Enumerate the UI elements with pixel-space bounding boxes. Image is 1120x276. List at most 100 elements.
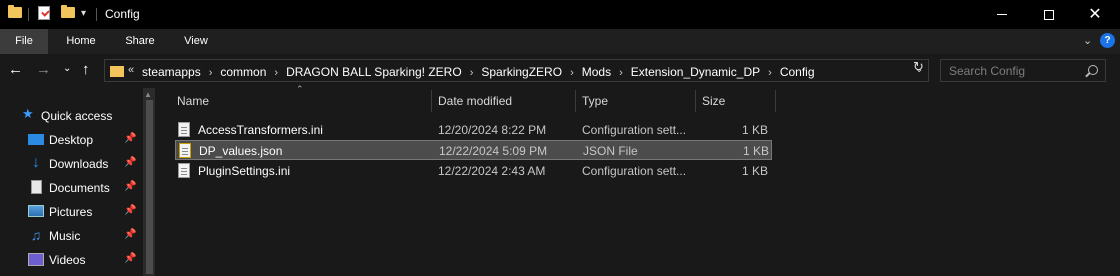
column-header-date[interactable]: Date modified <box>438 94 512 108</box>
column-divider[interactable] <box>695 90 696 112</box>
table-row[interactable]: AccessTransformers.ini 12/20/2024 8:22 P… <box>175 120 772 140</box>
breadcrumb-mods[interactable]: Mods <box>582 65 611 79</box>
breadcrumb-extension[interactable]: Extension_Dynamic_DP <box>631 65 760 79</box>
pin-icon[interactable]: 📌 <box>124 157 136 168</box>
refresh-icon[interactable]: ↻ <box>913 59 928 74</box>
file-date: 12/22/2024 5:09 PM <box>439 144 548 158</box>
sidebar-item-label: Desktop <box>49 133 94 147</box>
table-row[interactable]: DP_values.json 12/22/2024 5:09 PM JSON F… <box>175 140 772 160</box>
column-divider[interactable] <box>575 90 576 112</box>
sidebar-item-label: Music <box>49 229 81 243</box>
help-icon[interactable]: ? <box>1100 33 1115 48</box>
expand-ribbon-icon[interactable]: ⌄ <box>1083 34 1092 47</box>
file-type: Configuration sett... <box>582 164 687 178</box>
address-bar[interactable]: « steamapps › common › DRAGON BALL Sparking!… <box>104 59 929 82</box>
customize-quick-access-icon[interactable]: ▾ <box>81 8 86 19</box>
close-icon: ✕ <box>1088 5 1102 23</box>
search-icon <box>1088 65 1098 75</box>
pictures-icon <box>28 205 44 217</box>
chevron-right-icon[interactable]: › <box>619 67 623 79</box>
sidebar-item-quick-access[interactable]: ★ Quick access <box>0 104 142 128</box>
breadcrumb-config[interactable]: Config <box>780 65 815 79</box>
back-button[interactable]: ← <box>8 62 23 77</box>
download-icon: ↓ <box>32 154 40 171</box>
content-area: ★ Quick access Desktop 📌 ↓ Downloads 📌 D… <box>0 84 1120 276</box>
chevron-right-icon[interactable]: › <box>570 67 574 79</box>
file-date: 12/22/2024 2:43 AM <box>438 164 546 178</box>
json-file-icon <box>179 143 191 158</box>
desktop-icon <box>28 134 44 145</box>
breadcrumb-common[interactable]: common <box>220 65 266 79</box>
breadcrumb: steamapps › common › DRAGON BALL Sparking! Z… <box>142 65 815 79</box>
maximize-button[interactable] <box>1026 0 1072 29</box>
sidebar-item-downloads[interactable]: ↓ Downloads 📌 <box>0 152 142 176</box>
breadcrumb-overflow[interactable]: « <box>128 64 134 76</box>
chevron-right-icon[interactable]: › <box>768 67 772 79</box>
sidebar-item-videos[interactable]: Videos 📌 <box>0 248 142 272</box>
scroll-up-icon[interactable]: ▲ <box>144 90 152 99</box>
sidebar-item-label: Quick access <box>41 109 113 123</box>
pin-icon[interactable]: 📌 <box>124 253 136 264</box>
new-folder-icon[interactable] <box>61 5 75 18</box>
minimize-icon <box>997 14 1007 15</box>
maximize-icon <box>1044 9 1054 20</box>
navigation-bar: ← → ⌄ ↑ « steamapps › common › DRAGON BALL S… <box>0 54 1120 88</box>
search-placeholder: Search Config <box>949 64 1026 78</box>
pin-icon[interactable]: 📌 <box>124 229 136 240</box>
folder-icon <box>110 66 124 77</box>
chevron-right-icon[interactable]: › <box>470 67 474 79</box>
file-name: DP_values.json <box>199 144 283 158</box>
file-name: PluginSettings.ini <box>198 164 291 178</box>
title-bar: ▾ Config ✕ <box>0 0 1120 29</box>
chevron-right-icon[interactable]: › <box>274 67 278 79</box>
pin-icon[interactable]: 📌 <box>124 181 136 192</box>
column-header-name[interactable]: Name <box>177 94 209 108</box>
breadcrumb-sparkingzero[interactable]: SparkingZERO <box>481 65 562 79</box>
folder-icon[interactable] <box>8 5 22 18</box>
breadcrumb-steamapps[interactable]: steamapps <box>142 65 201 79</box>
ini-file-icon <box>178 122 190 137</box>
sidebar-item-desktop[interactable]: Desktop 📌 <box>0 128 142 152</box>
forward-button[interactable]: → <box>36 62 51 77</box>
tab-file[interactable]: File <box>0 29 48 54</box>
sidebar-item-label: Downloads <box>49 157 109 171</box>
toolbar-separator <box>28 8 29 21</box>
column-divider[interactable] <box>775 90 776 112</box>
scrollbar-thumb[interactable] <box>146 100 153 274</box>
minimize-button[interactable] <box>979 0 1025 29</box>
table-row[interactable]: PluginSettings.ini 12/22/2024 2:43 AM Co… <box>175 161 772 181</box>
file-list: ⌃ Name Date modified Type Size AccessTra… <box>155 84 1120 276</box>
sidebar-item-label: Videos <box>49 253 86 267</box>
ribbon: File Home Share View ⌄ ? <box>0 29 1120 54</box>
tab-view[interactable]: View <box>174 29 218 54</box>
tab-home[interactable]: Home <box>58 29 104 54</box>
star-icon: ★ <box>22 106 34 121</box>
recent-locations-icon[interactable]: ⌄ <box>63 64 71 74</box>
column-divider[interactable] <box>431 90 432 112</box>
close-button[interactable]: ✕ <box>1072 0 1118 29</box>
sidebar-item-pictures[interactable]: Pictures 📌 <box>0 200 142 224</box>
file-size: 1 KB <box>742 144 769 158</box>
pin-icon[interactable]: 📌 <box>124 133 136 144</box>
music-icon: ♫ <box>30 227 42 243</box>
window-title: Config <box>105 7 140 21</box>
title-separator <box>96 8 97 21</box>
tab-share[interactable]: Share <box>116 29 164 54</box>
sidebar-item-label: Documents <box>49 181 110 195</box>
sort-ascending-icon: ⌃ <box>296 84 304 94</box>
videos-icon <box>28 253 44 266</box>
properties-icon[interactable] <box>38 6 50 20</box>
file-size: 1 KB <box>741 123 768 137</box>
breadcrumb-dragon-ball[interactable]: DRAGON BALL Sparking! ZERO <box>286 65 462 79</box>
chevron-right-icon[interactable]: › <box>209 67 213 79</box>
search-input[interactable]: Search Config <box>940 59 1106 82</box>
sidebar-item-documents[interactable]: Documents 📌 <box>0 176 142 200</box>
sidebar-item-label: Pictures <box>49 205 93 219</box>
column-header-type[interactable]: Type <box>582 94 608 108</box>
sidebar-item-music[interactable]: ♫ Music 📌 <box>0 224 142 248</box>
file-date: 12/20/2024 8:22 PM <box>438 123 547 137</box>
file-name: AccessTransformers.ini <box>198 123 323 137</box>
pin-icon[interactable]: 📌 <box>124 205 136 216</box>
up-button[interactable]: ↑ <box>82 62 90 77</box>
column-header-size[interactable]: Size <box>702 94 725 108</box>
